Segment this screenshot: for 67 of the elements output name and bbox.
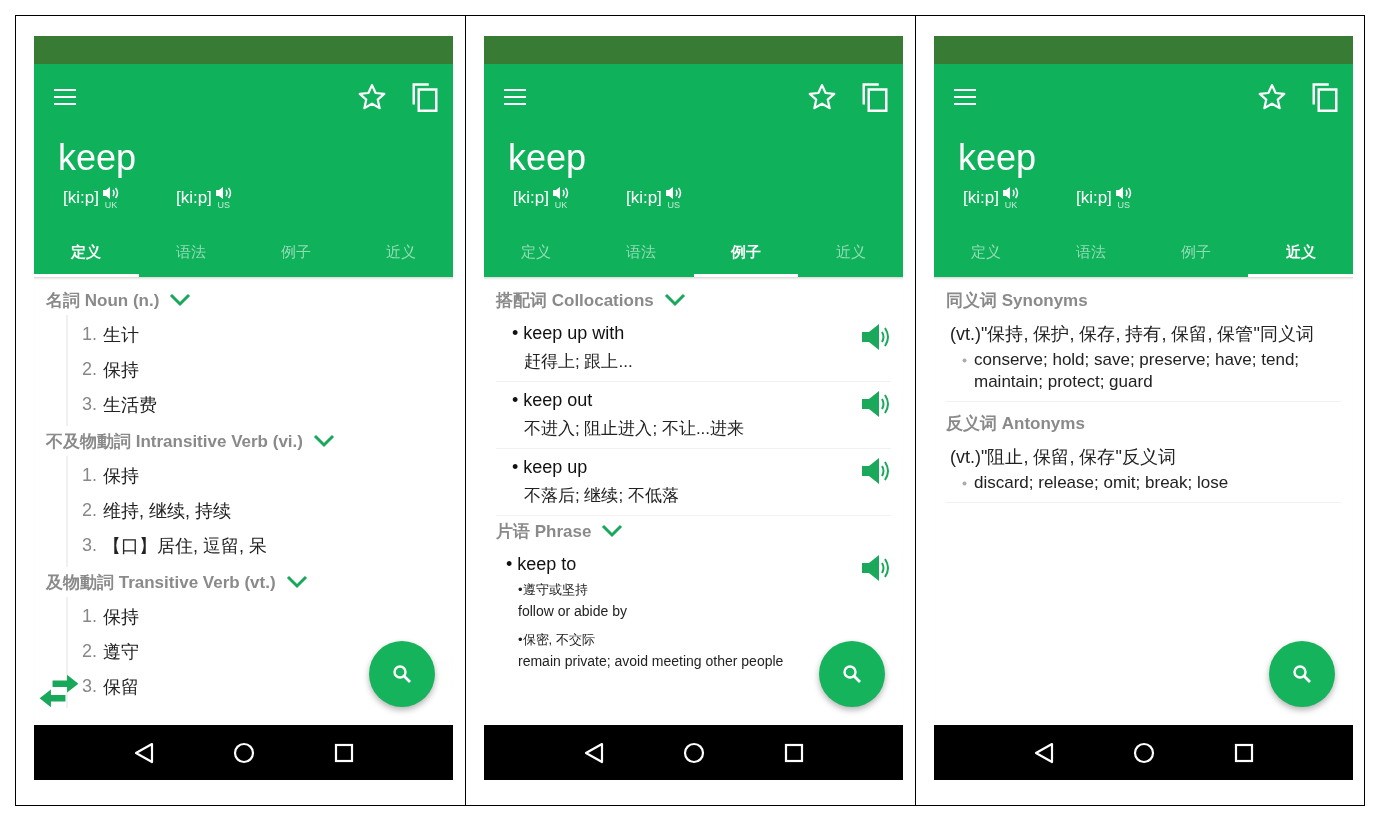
phrase-text: • keep up (512, 457, 589, 478)
section-heading: 搭配词 Collocations (496, 289, 654, 312)
meaning-text: 不进入; 阻止进入; 不让...进来 (523, 418, 746, 440)
section-heading: 反义词 Antonyms (946, 412, 1085, 435)
sense-text: 生计 (103, 323, 139, 347)
region-label: UK (554, 200, 568, 210)
meaning-text: 赶得上; 跟上... (523, 351, 634, 373)
phrase-text: • keep out (512, 390, 594, 411)
meaning-text: •遵守或坚持 (517, 581, 589, 599)
sense-number: 3. (82, 535, 97, 556)
word-list: conserve; hold; save; preserve; have; tend; maintain; protect; guard (950, 349, 1319, 393)
phonetic-text: [ki:p] (625, 188, 662, 208)
tab[interactable]: 语法 (138, 231, 244, 277)
section-heading: 名詞 Noun (n.) (46, 289, 160, 312)
sense-number: 1. (82, 606, 97, 627)
sense-text: 保留 (103, 675, 139, 699)
meaning-text: 不落后; 继续; 不低落 (523, 485, 680, 507)
tab[interactable]: 例子 (693, 231, 799, 277)
tab[interactable]: 近义 (348, 231, 453, 277)
sense-number: 3. (82, 676, 97, 697)
meaning-text: •保密, 不交际 (517, 631, 596, 649)
phonetic-text: [ki:p] (175, 188, 212, 208)
section-heading: 同义词 Synonyms (946, 289, 1088, 312)
region-label: UK (1004, 200, 1018, 210)
phrase-text: • keep up with (512, 323, 626, 344)
section-heading: 片语 Phrase (496, 520, 592, 543)
tab[interactable]: 例子 (1143, 231, 1249, 277)
region-label: US (217, 200, 231, 210)
sense-text: 保持 (103, 358, 139, 382)
headword: keep (57, 136, 138, 178)
headword: keep (507, 136, 588, 178)
tab[interactable]: 语法 (588, 231, 694, 277)
tab[interactable]: 近义 (1248, 231, 1353, 277)
gloss-text: (vt.)"保持, 保护, 保存, 持有, 保留, 保管"同义词 (950, 323, 1315, 345)
region-label: US (667, 200, 681, 210)
definition-text: follow or abide by (517, 603, 628, 619)
word-list: discard; release; omit; break; lose (950, 472, 1319, 494)
tab[interactable]: 定义 (484, 231, 589, 277)
region-label: US (1117, 200, 1131, 210)
section-heading: 及物動詞 Transitive Verb (vt.) (46, 571, 276, 594)
tab[interactable]: 定义 (934, 231, 1039, 277)
sense-text: 【口】居住, 逗留, 呆 (103, 534, 268, 558)
phonetic-text: [ki:p] (63, 188, 99, 208)
gloss-text: (vt.)"阻止, 保留, 保存"反义词 (950, 446, 1177, 468)
phonetic-text: [ki:p] (513, 188, 549, 208)
sense-number: 2. (82, 359, 97, 380)
sense-text: 生活费 (103, 393, 157, 417)
sense-number: 2. (82, 641, 97, 662)
tab[interactable]: 定义 (34, 231, 139, 277)
sense-number: 1. (82, 324, 97, 345)
sense-text: 保持 (103, 464, 139, 488)
definition-text: remain private; avoid meeting other people (517, 653, 785, 669)
phonetic-text: [ki:p] (1075, 188, 1112, 208)
sense-text: 维持, 继续, 持续 (103, 499, 232, 523)
tab[interactable]: 近义 (798, 231, 903, 277)
section-heading: 不及物動詞 Intransitive Verb (vi.) (46, 430, 303, 453)
sense-text: 遵守 (103, 640, 139, 664)
sense-text: 保持 (103, 605, 139, 629)
region-label: UK (104, 200, 118, 210)
tab[interactable]: 语法 (1038, 231, 1144, 277)
phonetic-text: [ki:p] (963, 188, 999, 208)
sense-number: 3. (82, 394, 97, 415)
tab[interactable]: 例子 (243, 231, 349, 277)
sense-number: 2. (82, 500, 97, 521)
phrase-text: • keep to (506, 554, 578, 575)
headword: keep (957, 136, 1038, 178)
sense-number: 1. (82, 465, 97, 486)
